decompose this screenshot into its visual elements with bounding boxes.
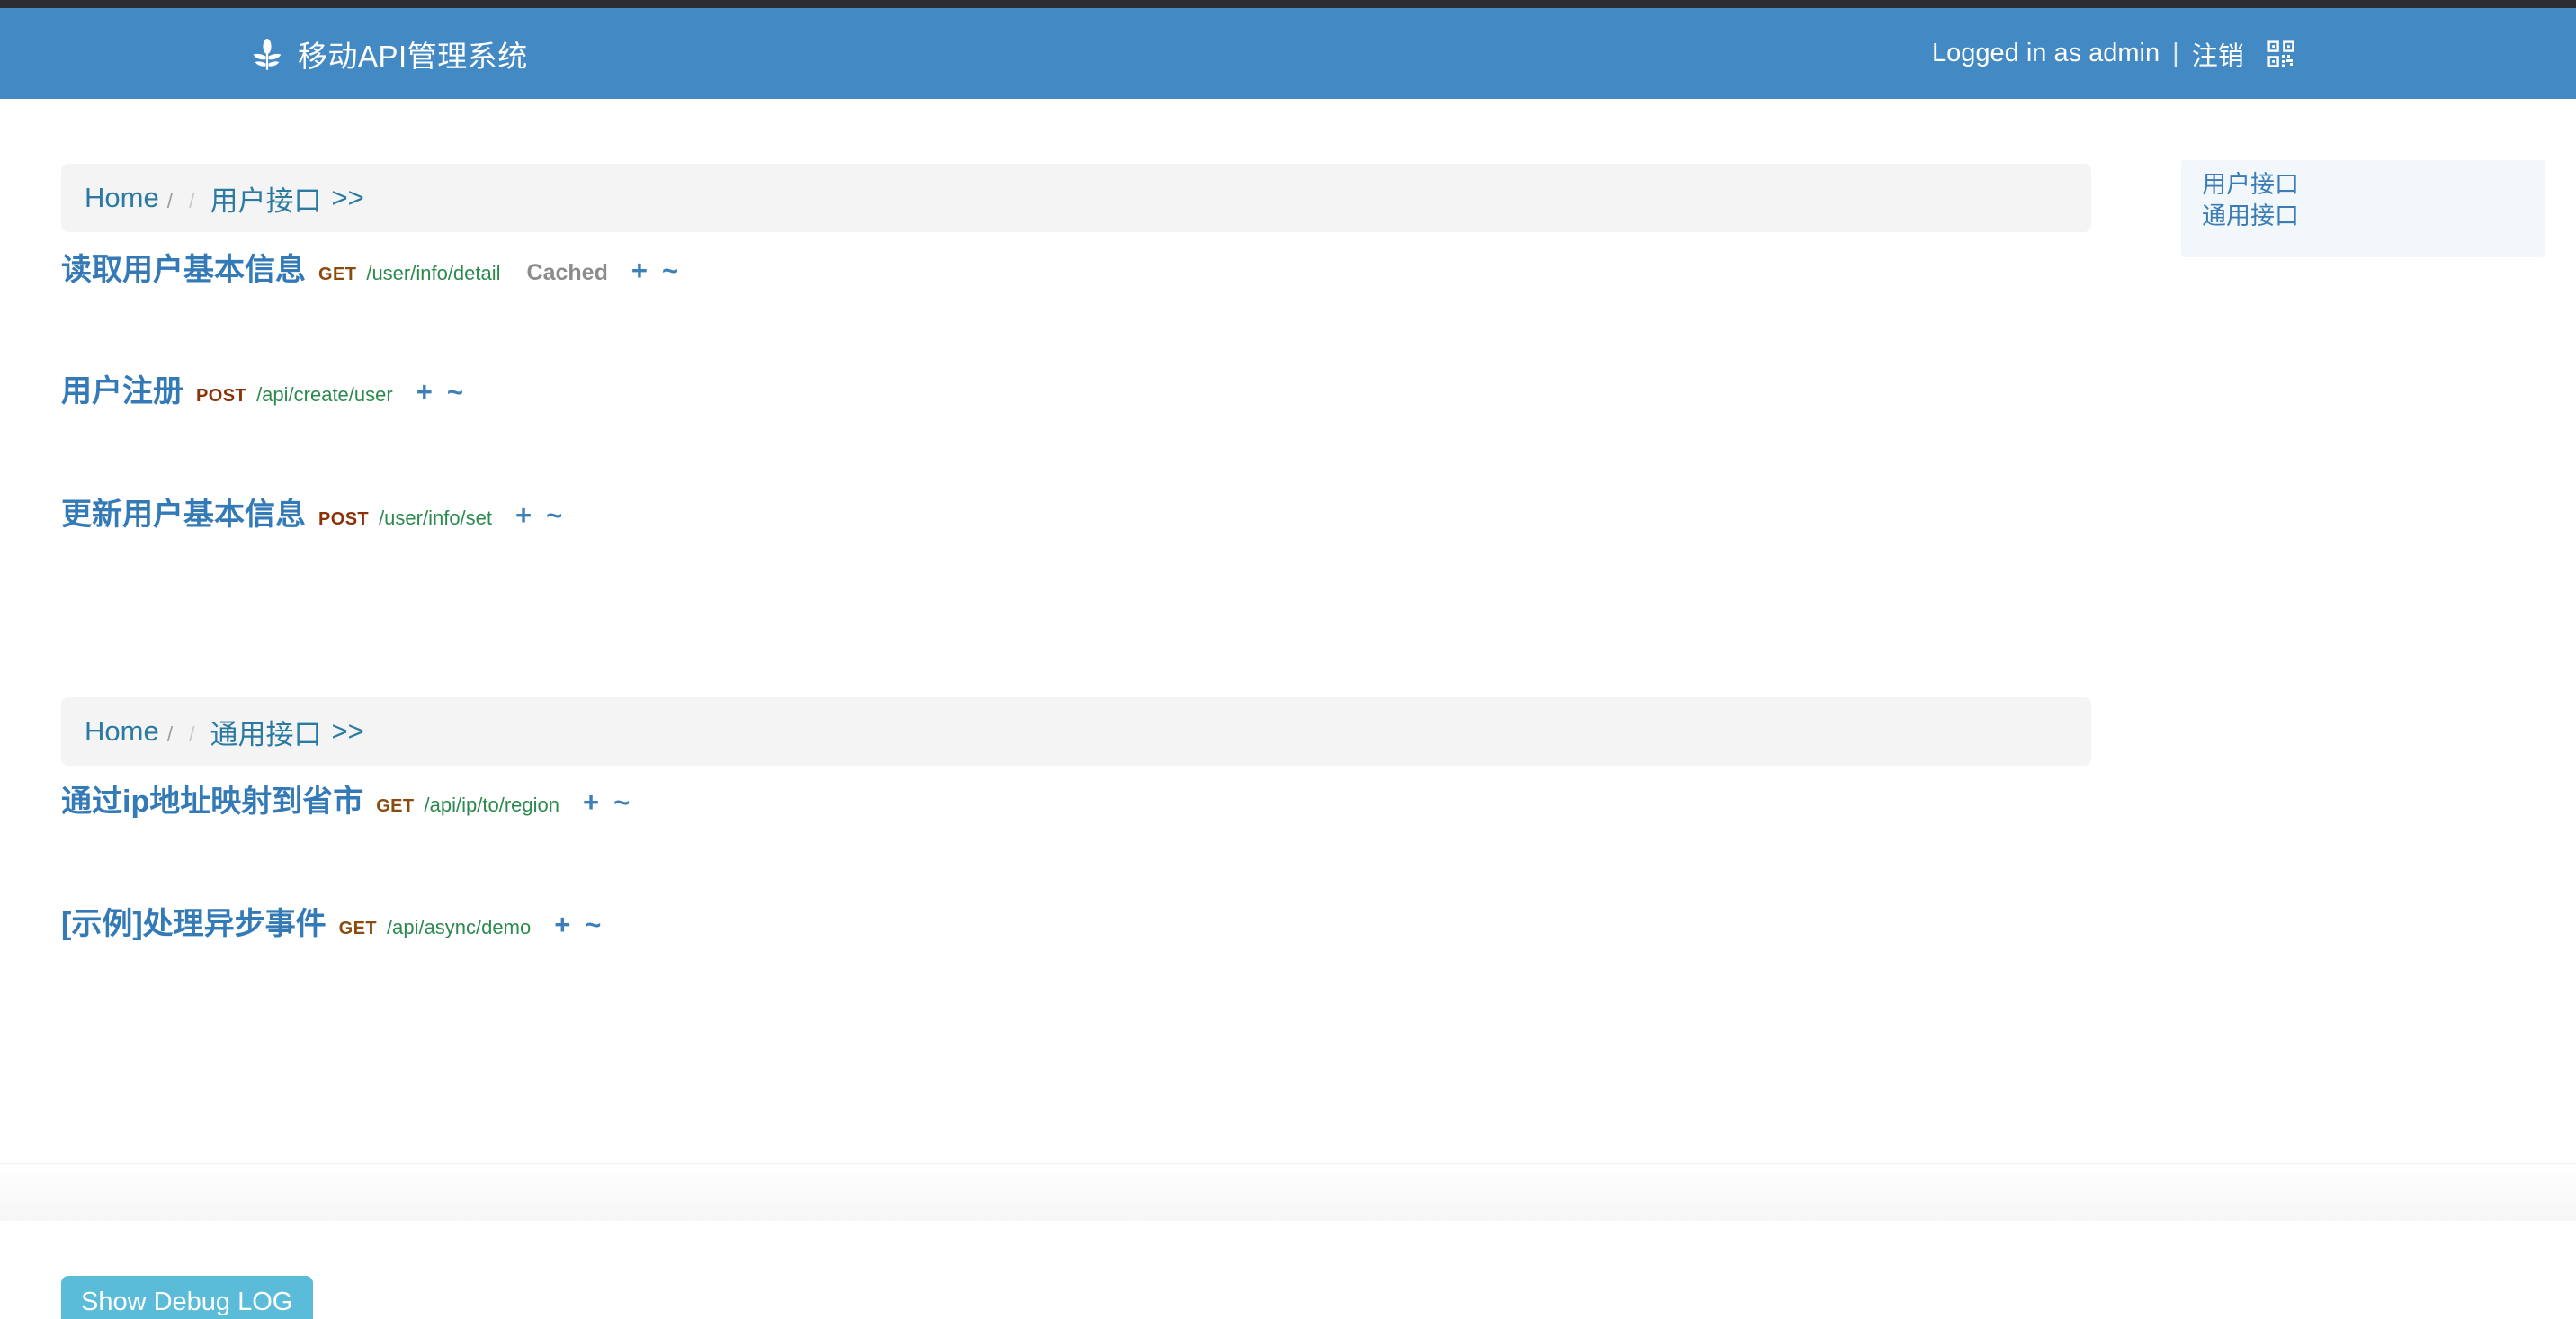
api-tilde-icon[interactable]: ~	[585, 909, 601, 941]
breadcrumb-slash: /	[189, 722, 195, 746]
api-name-link[interactable]: [示例]处理异步事件	[61, 899, 326, 943]
api-tilde-icon[interactable]: ~	[613, 786, 630, 819]
api-method-badge: GET	[318, 265, 357, 284]
logged-in-status: Logged in as admin	[1932, 39, 2160, 67]
page-root: 移动API管理系统 Logged in as admin | 注销 Home /…	[0, 0, 2576, 1319]
breadcrumb-slash: /	[166, 188, 174, 212]
breadcrumb-home-link[interactable]: Home	[85, 182, 159, 214]
api-method-badge: GET	[338, 919, 377, 938]
breadcrumb-user-apis: Home / / 用户接口 >>	[61, 164, 2091, 232]
api-add-icon[interactable]: +	[583, 786, 599, 819]
api-path: /user/info/set	[379, 507, 493, 529]
leaf-icon	[252, 37, 282, 71]
breadcrumb-slash: /	[189, 188, 195, 212]
api-name-link[interactable]: 读取用户基本信息	[61, 245, 306, 289]
breadcrumb-arrows: >>	[331, 182, 364, 213]
breadcrumb-current: 通用接口	[210, 718, 322, 750]
side-link-common-apis[interactable]: 通用接口	[2202, 202, 2545, 229]
navbar-right-group: Logged in as admin | 注销	[1932, 35, 2576, 73]
qr-code-icon[interactable]	[2267, 40, 2294, 67]
logout-link[interactable]: 注销	[2192, 35, 2244, 73]
api-row: 用户注册 POST /api/create/user + ~	[61, 366, 463, 410]
api-tilde-icon[interactable]: ~	[546, 499, 562, 532]
top-dark-strip	[0, 0, 2576, 8]
breadcrumb-common-apis: Home / / 通用接口 >>	[61, 697, 2091, 766]
api-add-icon[interactable]: +	[416, 376, 433, 408]
api-path: /api/async/demo	[386, 916, 532, 938]
api-add-icon[interactable]: +	[515, 499, 532, 532]
api-method-badge: POST	[318, 509, 370, 529]
breadcrumb-home-link[interactable]: Home	[85, 715, 159, 748]
api-group-side-panel: 用户接口 通用接口	[2181, 160, 2545, 257]
api-path: /api/create/user	[256, 383, 393, 406]
breadcrumb-slash: /	[166, 722, 174, 746]
breadcrumb-arrows: >>	[331, 715, 364, 747]
side-link-user-apis[interactable]: 用户接口	[2202, 171, 2545, 198]
api-name-link[interactable]: 用户注册	[61, 366, 183, 410]
nav-separator: |	[2172, 39, 2179, 67]
api-name-link[interactable]: 通过ip地址映射到省市	[61, 776, 363, 821]
api-cached-badge: Cached	[526, 260, 608, 285]
api-method-badge: GET	[376, 796, 415, 816]
api-row: 读取用户基本信息 GET /user/info/detail Cached + …	[61, 245, 678, 289]
api-row: 通过ip地址映射到省市 GET /api/ip/to/region + ~	[61, 776, 630, 821]
page-content: Home / / 用户接口 >> 读取用户基本信息 GET /user/info…	[0, 99, 2576, 1319]
api-row: 更新用户基本信息 POST /user/info/set + ~	[61, 489, 562, 534]
brand-link[interactable]: 移动API管理系统	[252, 32, 528, 76]
api-method-badge: POST	[196, 386, 247, 406]
show-debug-log-button[interactable]: Show Debug LOG	[61, 1276, 313, 1319]
top-navbar: 移动API管理系统 Logged in as admin | 注销	[0, 8, 2576, 99]
api-tilde-icon[interactable]: ~	[447, 376, 463, 408]
breadcrumb-current: 用户接口	[210, 184, 322, 217]
api-add-icon[interactable]: +	[554, 909, 570, 941]
api-path: /api/ip/to/region	[424, 794, 559, 816]
footer-band	[0, 1163, 2576, 1221]
api-tilde-icon[interactable]: ~	[662, 255, 678, 287]
api-name-link[interactable]: 更新用户基本信息	[61, 489, 306, 534]
brand-title: 移动API管理系统	[298, 39, 528, 73]
api-add-icon[interactable]: +	[631, 255, 648, 287]
api-row: [示例]处理异步事件 GET /api/async/demo + ~	[61, 899, 601, 943]
api-path: /user/info/detail	[366, 262, 501, 284]
